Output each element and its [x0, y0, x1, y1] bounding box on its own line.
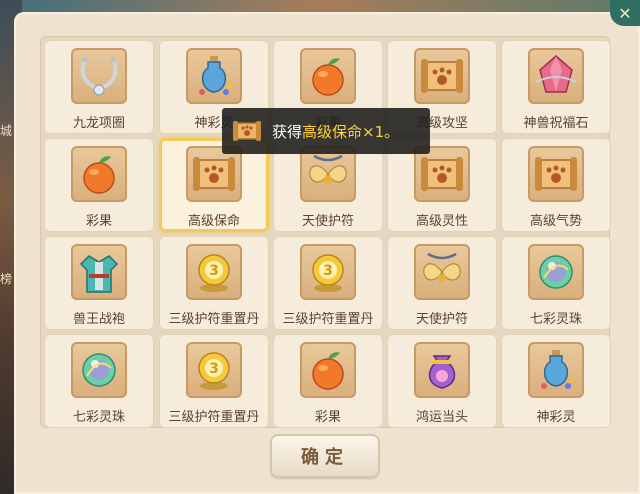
item-slot[interactable]: 天使护符: [387, 236, 497, 330]
item-slot[interactable]: 七彩灵珠: [501, 236, 611, 330]
item-slot[interactable]: 神彩灵: [501, 334, 611, 428]
svg-text:3: 3: [209, 361, 219, 377]
armor-robe-icon: [71, 244, 127, 300]
item-slot[interactable]: 兽王战袍: [44, 236, 154, 330]
item-label: 七彩灵珠: [529, 312, 582, 327]
rainbow-pearl-icon: [71, 342, 127, 398]
item-slot[interactable]: 九龙项圈: [44, 40, 154, 134]
toast-item-count: ×1。: [362, 122, 400, 141]
rainbow-pearl-icon: [528, 244, 584, 300]
item-label: 兽王战袍: [72, 312, 125, 327]
item-label: 三级护符重置丹: [282, 312, 374, 327]
item-label: 九龙项圈: [72, 116, 125, 131]
item-slot[interactable]: 3 三级护符重置丹: [159, 334, 269, 428]
crystal-stone-icon: [528, 48, 584, 104]
paw-scroll-icon: [528, 146, 584, 202]
paw-scroll-icon: [186, 146, 242, 202]
confirm-button[interactable]: 确定: [272, 436, 378, 476]
fruit-icon: [300, 48, 356, 104]
item-slot[interactable]: 彩果: [273, 334, 383, 428]
item-slot[interactable]: 七彩灵珠: [44, 334, 154, 428]
item-slot[interactable]: 神兽祝福石: [501, 40, 611, 134]
toast-item-name: 高级保命: [302, 122, 363, 141]
item-slot[interactable]: 彩果: [44, 138, 154, 232]
wings-charm-icon: [300, 146, 356, 202]
potion-bottle-icon: [186, 48, 242, 104]
gold-orb-icon: 3: [186, 244, 242, 300]
paw-scroll-icon: [414, 146, 470, 202]
item-label: 鸿运当头: [415, 410, 468, 425]
gold-orb-icon: 3: [186, 342, 242, 398]
item-label: 高级灵性: [415, 214, 468, 229]
item-label: 彩果: [85, 214, 112, 229]
toast-prefix: 获得: [272, 122, 303, 141]
paw-scroll-icon: [414, 48, 470, 104]
item-label: 高级保命: [187, 214, 240, 229]
background-text: 城: [0, 124, 13, 138]
fruit-icon: [71, 146, 127, 202]
item-label: 天使护符: [301, 214, 354, 229]
item-label: 天使护符: [415, 312, 468, 327]
item-slot[interactable]: 高级气势: [501, 138, 611, 232]
item-slot[interactable]: 3 三级护符重置丹: [159, 236, 269, 330]
item-label: 三级护符重置丹: [168, 410, 260, 425]
paw-scroll-icon: [232, 116, 262, 146]
wings-charm-icon: [414, 244, 470, 300]
close-icon: ✕: [618, 3, 632, 23]
close-button[interactable]: ✕: [610, 0, 640, 26]
item-label: 七彩灵珠: [72, 410, 125, 425]
svg-text:3: 3: [323, 263, 333, 279]
item-label: 高级气势: [529, 214, 582, 229]
gold-orb-icon: 3: [300, 244, 356, 300]
item-label: 神彩灵: [536, 410, 576, 425]
svg-text:3: 3: [209, 263, 219, 279]
item-label: 三级护符重置丹: [168, 312, 260, 327]
item-label: 彩果: [314, 410, 341, 425]
item-slot[interactable]: 3 三级护符重置丹: [273, 236, 383, 330]
reward-toast: 获得高级保命×1。: [222, 108, 430, 154]
background-text: 榜: [0, 272, 13, 286]
lucky-bag-icon: [414, 342, 470, 398]
toast-message: 获得高级保命×1。: [272, 121, 399, 142]
item-label: 神兽祝福石: [523, 116, 589, 131]
necklace-icon: [71, 48, 127, 104]
potion-bottle-icon: [528, 342, 584, 398]
item-slot[interactable]: 鸿运当头: [387, 334, 497, 428]
fruit-icon: [300, 342, 356, 398]
